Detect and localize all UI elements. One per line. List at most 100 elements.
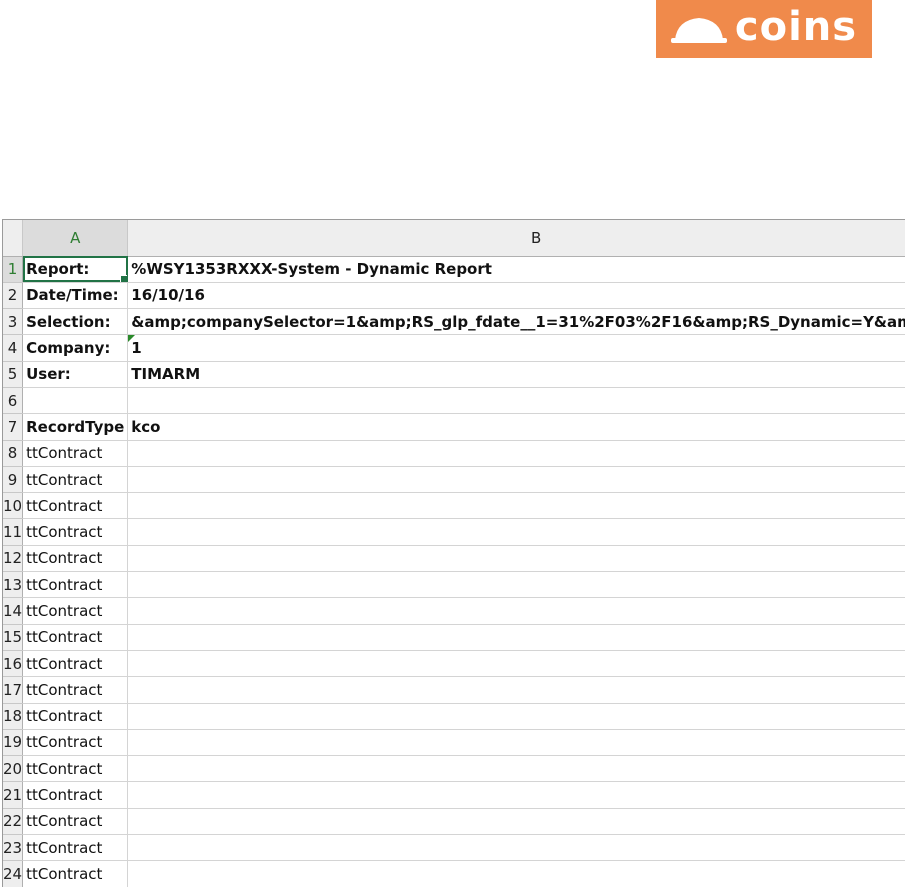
row-header-24[interactable]: 24 <box>3 860 24 887</box>
cell-b17[interactable]: 1 <box>127 676 905 704</box>
table-row: 16ttContract100002YL-Test02-Te01Sector 0… <box>3 650 905 678</box>
cell-b9[interactable]: 1 <box>127 466 905 494</box>
cell-a19[interactable]: ttContract <box>22 729 129 757</box>
cell-a4[interactable]: Company: <box>22 334 129 362</box>
table-row: 23ttContract11235The Wharf (1LB2Sector L… <box>3 834 905 862</box>
cell-b10[interactable]: 1 <box>127 492 905 520</box>
cell-a16[interactable]: ttContract <box>22 650 129 678</box>
row-header-11[interactable]: 11 <box>3 518 24 546</box>
cell-b6[interactable] <box>127 387 905 415</box>
row-header-15[interactable]: 15 <box>3 624 24 651</box>
cell-b19[interactable]: 1 <box>127 729 905 757</box>
table-row: 21ttContract11234test00Sector 00X32476.2… <box>3 781 905 809</box>
cell-b24[interactable]: 1 <box>127 860 905 887</box>
cell-a10[interactable]: ttContract <box>22 492 129 520</box>
cell-b7[interactable]: kco <box>127 413 905 441</box>
table-row: 1 Report: %WSY1353RXXX-System - Dynamic Re… <box>3 256 905 283</box>
cell-b11[interactable]: 1 <box>127 518 905 546</box>
cell-a8[interactable]: ttContract <box>22 440 129 467</box>
cell-b1[interactable]: %WSY1353RXXX-System - Dynamic Report <box>127 256 905 283</box>
cell-b12[interactable]: 1 <box>127 545 905 573</box>
table-row: 17ttContract109876Skynet00Sector 00X0 <box>3 676 905 704</box>
cell-b22[interactable]: 1 <box>127 808 905 836</box>
cell-a23[interactable]: ttContract <box>22 834 129 862</box>
table-row: 14ttContract1000017Plant tests, G00Secto… <box>3 597 905 625</box>
row-header-14[interactable]: 14 <box>3 597 24 625</box>
cell-b20[interactable]: 1 <box>127 755 905 783</box>
cell-b18[interactable]: 1 <box>127 703 905 730</box>
row-header-20[interactable]: 20 <box>3 755 24 783</box>
cell-b21[interactable]: 1 <box>127 781 905 809</box>
table-row: 6 <box>3 387 905 415</box>
cell-a14[interactable]: ttContract <box>22 597 129 625</box>
cell-a11[interactable]: ttContract <box>22 518 129 546</box>
cell-a5[interactable]: User: <box>22 361 129 388</box>
row-header-17[interactable]: 17 <box>3 676 24 704</box>
column-header-b[interactable]: B <box>127 220 905 257</box>
select-all-corner[interactable] <box>3 220 24 257</box>
table-row: 15ttContract1000018Plant tests, C00Secto… <box>3 624 905 651</box>
row-header-16[interactable]: 16 <box>3 650 24 678</box>
cell-b13[interactable]: 1 <box>127 571 905 599</box>
table-row: 18ttContract11Aberdeen Cit00Sector 00X81… <box>3 703 905 730</box>
row-header-22[interactable]: 22 <box>3 808 24 836</box>
cell-b3[interactable]: &amp;companySelector=1&amp;RS_glp_fdate_… <box>127 308 905 336</box>
row-header-19[interactable]: 19 <box>3 729 24 757</box>
row-header-1[interactable]: 1 <box>3 256 24 283</box>
cell-b16[interactable]: 1 <box>127 650 905 678</box>
cell-a20[interactable]: ttContract <box>22 755 129 783</box>
row-header-3[interactable]: 3 <box>3 308 24 336</box>
cell-b8[interactable]: 1 <box>127 440 905 467</box>
row-header-10[interactable]: 10 <box>3 492 24 520</box>
row-header-13[interactable]: 13 <box>3 571 24 599</box>
cell-a22[interactable]: ttContract <box>22 808 129 836</box>
row-header-8[interactable]: 8 <box>3 440 24 467</box>
cell-a17[interactable]: ttContract <box>22 676 129 704</box>
cell-b23[interactable]: 1 <box>127 834 905 862</box>
row-header-2[interactable]: 2 <box>3 282 24 310</box>
row-header-6[interactable]: 6 <box>3 387 24 415</box>
cell-a6[interactable] <box>22 387 129 415</box>
cell-a15[interactable]: ttContract <box>22 624 129 651</box>
table-row: 22ttContract1123456789912345600Sector 00… <box>3 808 905 836</box>
cell-a3[interactable]: Selection: <box>22 308 129 336</box>
cell-a1[interactable]: Report: <box>22 256 129 283</box>
row-header-4[interactable]: 4 <box>3 334 24 362</box>
table-row: 7RecordTypekcojob_numjob_namejgr_groupjg… <box>3 413 905 441</box>
table-row: 3 Selection: &amp;companySelector=1&amp;RS… <box>3 308 905 336</box>
hard-hat-icon <box>670 18 727 43</box>
logo-text: coins <box>734 4 858 50</box>
cell-a2[interactable]: Date/Time: <box>22 282 129 310</box>
row-header-12[interactable]: 12 <box>3 545 24 573</box>
cell-a18[interactable]: ttContract <box>22 703 129 730</box>
row-header-7[interactable]: 7 <box>3 413 24 441</box>
cell-b14[interactable]: 1 <box>127 597 905 625</box>
cell-b15[interactable]: 1 <box>127 624 905 651</box>
cell-a13[interactable]: ttContract <box>22 571 129 599</box>
table-row: 9ttContract1000005antshy (wbs -00Sector … <box>3 466 905 494</box>
fill-handle[interactable] <box>120 274 127 282</box>
row-header-23[interactable]: 23 <box>3 834 24 862</box>
table-row: 24ttContract11236123600Sector 00X1.23457… <box>3 860 905 887</box>
cell-b2[interactable]: 16/10/16 <box>127 282 905 310</box>
table-row: 13ttContract1000016Plant tests, F00Secto… <box>3 571 905 599</box>
cell-a12[interactable]: ttContract <box>22 545 129 573</box>
table-row: 4 Company: 1 <box>3 334 905 362</box>
table-row: 20ttContract1123Contract 12300Sector 00X… <box>3 755 905 783</box>
cell-a24[interactable]: ttContract <box>22 860 129 887</box>
table-row: 12ttContract1000012eu-NoWbs N00Sector 00… <box>3 545 905 573</box>
cell-a7[interactable]: RecordType <box>22 413 129 441</box>
coins-logo: coins <box>656 0 872 58</box>
table-row: 5 User: TIMARM <box>3 361 905 388</box>
row-header-21[interactable]: 21 <box>3 781 24 809</box>
spreadsheet[interactable]: ABCDEFGH1Report:%WSY1353RXXX-System - Dy… <box>2 219 905 887</box>
row-header-18[interactable]: 18 <box>3 703 24 730</box>
row-header-5[interactable]: 5 <box>3 361 24 388</box>
cell-a9[interactable]: ttContract <box>22 466 129 494</box>
cell-b4[interactable]: 1 <box>127 334 905 362</box>
table-row: 10ttContract1000006antshy (wbs -LB2Secto… <box>3 492 905 520</box>
row-header-9[interactable]: 9 <box>3 466 24 494</box>
column-header-a[interactable]: A <box>22 220 129 257</box>
cell-b5[interactable]: TIMARM <box>127 361 905 388</box>
cell-a21[interactable]: ttContract <box>22 781 129 809</box>
